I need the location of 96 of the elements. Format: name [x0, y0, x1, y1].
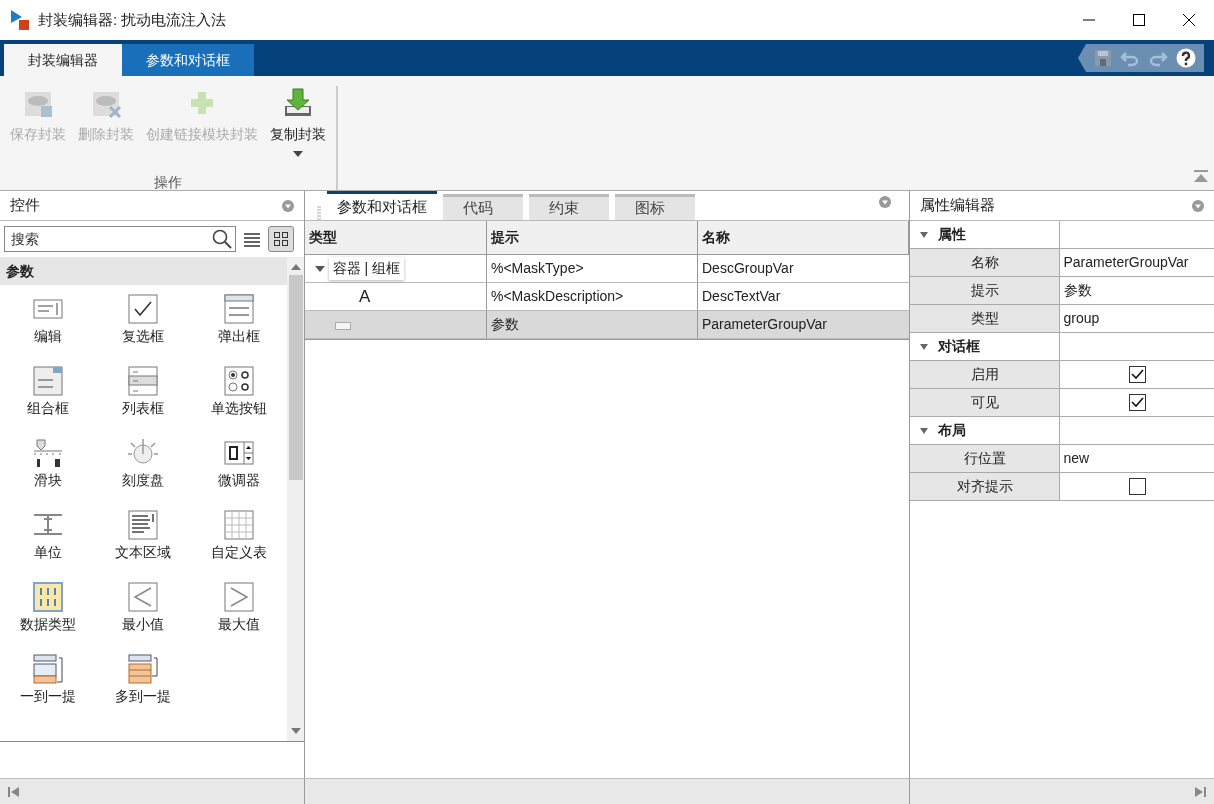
property-value[interactable]: group: [1060, 305, 1214, 333]
list-view-icon[interactable]: [243, 231, 261, 247]
collapse-arrow-icon[interactable]: [315, 264, 325, 273]
column-header[interactable]: 名称: [698, 221, 909, 255]
app-icon: [10, 9, 30, 31]
property-value[interactable]: 参数: [1060, 277, 1214, 305]
type-label: A: [359, 285, 371, 308]
spinner-icon: [224, 438, 255, 468]
property-value[interactable]: ParameterGroupVar: [1060, 249, 1214, 277]
palette-item[interactable]: 列表框: [95, 365, 192, 433]
checkbox-icon: [128, 294, 159, 324]
section-title: 布局: [938, 421, 966, 440]
table-cell[interactable]: 容器 | 组框: [305, 255, 487, 283]
group-box-icon: [335, 319, 351, 330]
collapse-arrow-icon[interactable]: [920, 343, 928, 350]
editor-tab[interactable]: 代码: [443, 194, 523, 220]
property-label: 行位置: [910, 445, 1060, 473]
panel-title: 属性编辑器: [920, 195, 995, 216]
table-cell: ParameterGroupVar: [698, 311, 909, 339]
table-cell: %<MaskType>: [487, 255, 698, 283]
property-label: 类型: [910, 305, 1060, 333]
min-icon: [128, 582, 159, 612]
dropdown-icon[interactable]: [282, 200, 294, 213]
table-icon: [224, 510, 255, 540]
listbox-icon: [128, 366, 159, 396]
grid-view-icon[interactable]: [274, 232, 288, 246]
editor-tab[interactable]: 约束: [529, 194, 609, 220]
popup-icon: [224, 294, 255, 324]
property-label: 启用: [910, 361, 1060, 389]
drag-handle-icon[interactable]: [317, 206, 321, 220]
palette-item[interactable]: 微调器: [191, 437, 287, 505]
property-label: 可见: [910, 389, 1060, 417]
palette-item[interactable]: 多到一提: [95, 653, 192, 721]
grid-view-button[interactable]: [268, 226, 294, 252]
maximize-icon[interactable]: [1133, 14, 1145, 26]
palette-item[interactable]: 滑块: [0, 437, 96, 505]
checkbox[interactable]: [1128, 478, 1146, 495]
collapse-left-icon[interactable]: [8, 785, 20, 798]
property-value[interactable]: new: [1060, 445, 1214, 473]
toolbar-button[interactable]: 复制封装: [264, 86, 332, 168]
editor-tab[interactable]: 图标: [615, 194, 695, 220]
dropdown-icon[interactable]: [879, 196, 891, 209]
palette-item[interactable]: 弹出框: [191, 293, 287, 361]
collapse-arrow-icon[interactable]: [920, 231, 928, 238]
property-label: 名称: [910, 249, 1060, 277]
promote-one-icon: [32, 654, 63, 684]
palette-item[interactable]: 编辑: [0, 293, 96, 361]
palette-item[interactable]: 单选按钮: [191, 365, 287, 433]
scroll-up-icon[interactable]: [290, 263, 301, 271]
palette-item[interactable]: 复选框: [95, 293, 192, 361]
table-cell: 参数: [487, 311, 698, 339]
help-icon[interactable]: [1176, 48, 1196, 68]
promote-many-icon: [128, 654, 159, 684]
table-cell: DescGroupVar: [698, 255, 909, 283]
datatype-icon: [32, 582, 63, 612]
close-icon[interactable]: [1183, 14, 1195, 26]
section-header: 参数: [0, 257, 287, 285]
palette-item[interactable]: 自定义表: [191, 509, 287, 577]
checkbox[interactable]: [1128, 394, 1146, 411]
column-header[interactable]: 类型: [305, 221, 487, 255]
palette-item[interactable]: 一到一提: [0, 653, 96, 721]
palette-item[interactable]: 文本区域: [95, 509, 192, 577]
type-label: 容器 | 组框: [328, 257, 404, 280]
dropdown-icon[interactable]: [1192, 200, 1204, 213]
max-icon: [224, 582, 255, 612]
window-title: 封装编辑器: 扰动电流注入法: [38, 9, 228, 30]
column-header[interactable]: 提示: [487, 221, 698, 255]
palette-item[interactable]: 刻度盘: [95, 437, 192, 505]
palette-item[interactable]: 组合框: [0, 365, 96, 433]
group-label: 操作: [153, 173, 183, 192]
copy-mask-icon: [283, 88, 313, 118]
ribbon-tab[interactable]: 封装编辑器: [4, 44, 122, 76]
scroll-down-icon[interactable]: [290, 727, 301, 735]
collapse-arrow-icon[interactable]: [920, 427, 928, 434]
palette-item[interactable]: 最小值: [95, 581, 192, 649]
combobox-icon: [32, 366, 63, 396]
textarea-icon: [128, 510, 159, 540]
section-title: 属性: [938, 225, 966, 244]
panel-title: 控件: [10, 195, 40, 216]
collapse-ribbon-icon[interactable]: [1194, 170, 1208, 183]
slider-icon: [32, 438, 63, 468]
property-label: 对齐提示: [910, 473, 1060, 501]
property-label: 提示: [910, 277, 1060, 305]
palette-item[interactable]: 数据类型: [0, 581, 96, 649]
checkbox[interactable]: [1128, 366, 1146, 383]
collapse-right-icon[interactable]: [1194, 785, 1206, 798]
save-icon[interactable]: [1094, 49, 1112, 67]
ribbon-tab[interactable]: 参数和对话框: [122, 44, 254, 76]
search-field[interactable]: 搜索: [4, 226, 236, 252]
palette-item[interactable]: 单位: [0, 509, 96, 577]
table-cell[interactable]: [305, 311, 487, 339]
section-title: 对话框: [938, 337, 980, 356]
search-icon: [212, 229, 232, 249]
scrollbar-thumb[interactable]: [288, 275, 303, 480]
radio-icon: [224, 366, 255, 396]
palette-item[interactable]: 最大值: [191, 581, 287, 649]
